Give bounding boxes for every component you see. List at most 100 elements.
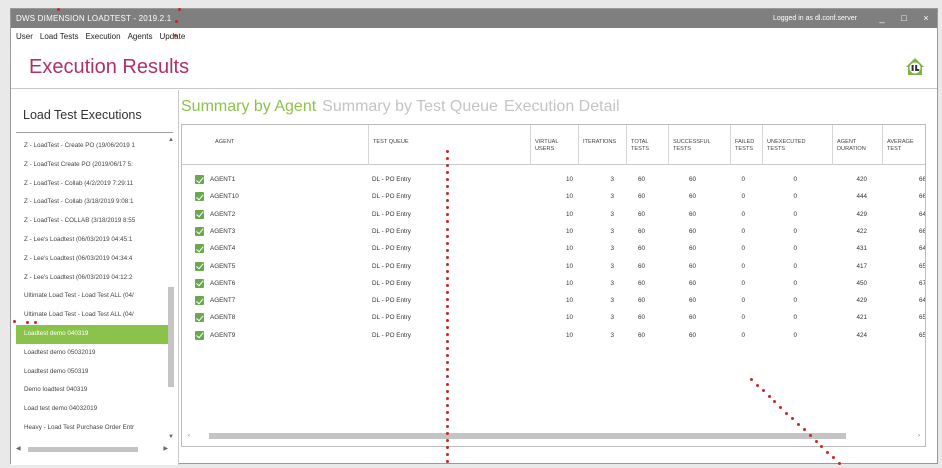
scroll-up-icon[interactable]: ▲ — [167, 137, 175, 143]
column-header[interactable]: FAILED TESTS — [730, 125, 762, 165]
maximize-button[interactable]: □ — [893, 9, 915, 28]
annotation-dot — [808, 434, 812, 437]
column-header[interactable]: VIRTUAL USERS — [530, 125, 572, 165]
execution-item[interactable]: Z - LoadTest - Collab (3/18/2019 9:08:1 — [16, 193, 168, 212]
column-header[interactable]: AGENT — [215, 139, 299, 146]
table-row[interactable]: AGENT8 DL - PO Entry 10 3 60 60 0 0 421 65 — [182, 309, 925, 326]
table-row[interactable]: AGENT9 DL - PO Entry 10 3 60 60 0 0 424 65 — [182, 327, 925, 344]
checkbox-checked-icon[interactable] — [195, 261, 204, 271]
scroll-thumb[interactable] — [168, 287, 174, 387]
table-cell: DL - PO Entry — [372, 262, 411, 270]
execution-item[interactable]: Z - LoadTest - Create PO (19/06/2019 1 — [16, 137, 168, 156]
annotation-dot — [767, 394, 771, 398]
annotation-dot — [446, 283, 449, 287]
table-cell: 60 — [637, 193, 645, 201]
execution-item[interactable]: Ultimate Load Test - Load Test ALL (04/ — [16, 287, 168, 306]
scroll-right-icon[interactable]: › — [918, 430, 920, 442]
executions-vertical-scrollbar[interactable]: ▲ ▼ — [167, 137, 175, 440]
checkbox-checked-icon[interactable] — [195, 192, 204, 202]
table-cell: DL - PO Entry — [372, 193, 411, 201]
execution-item[interactable]: Ultimate Load Test - Load Test ALL (04/ — [16, 306, 168, 325]
table-cell: DL - PO Entry — [372, 210, 411, 218]
menu-update[interactable]: Update — [159, 32, 185, 41]
column-header[interactable]: SUCCESSFUL TESTS — [668, 125, 718, 165]
checkbox-checked-icon[interactable] — [195, 278, 204, 288]
table-row[interactable]: AGENT10 DL - PO Entry 10 3 60 60 0 0 444 66 — [182, 188, 925, 205]
execution-item[interactable]: Loadtest demo 040319 — [16, 324, 168, 344]
table-cell: 10 — [565, 245, 573, 253]
table-cell: 60 — [688, 314, 696, 322]
checkbox-checked-icon[interactable] — [195, 209, 204, 219]
minimize-button[interactable]: _ — [871, 9, 893, 28]
table-row[interactable]: AGENT6 DL - PO Entry 10 3 60 60 0 0 450 67 — [182, 275, 925, 292]
checkbox-checked-icon[interactable] — [195, 175, 204, 184]
table-row[interactable]: AGENT1 DL - PO Entry 10 3 60 60 0 0 420 66 — [182, 171, 925, 188]
tab-execution-detail[interactable]: Execution Detail — [504, 98, 620, 116]
scroll-right-icon[interactable]: ▶ — [163, 444, 168, 454]
checkbox-checked-icon[interactable] — [195, 244, 204, 254]
annotation-dot — [178, 8, 181, 11]
column-header[interactable]: TOTAL TESTS — [626, 125, 656, 165]
table-cell: 66 — [918, 176, 926, 183]
table-cell: 450 — [856, 279, 867, 287]
table-cell: 10 — [565, 193, 573, 201]
table-cell: 60 — [688, 279, 696, 287]
table-cell: 67 — [918, 279, 926, 287]
table-row[interactable]: AGENT5 DL - PO Entry 10 3 60 60 0 0 417 65 — [182, 258, 925, 275]
execution-item[interactable]: Loadtest demo 050319 — [16, 363, 168, 382]
table-cell: 65 — [918, 314, 926, 322]
execution-item[interactable]: Demo loadtest 040319 — [16, 381, 168, 400]
annotation-dot — [446, 403, 449, 407]
table-cell: 64 — [918, 297, 926, 305]
menu-user[interactable]: User — [16, 32, 33, 41]
table-row[interactable]: AGENT7 DL - PO Entry 10 3 60 60 0 0 429 64 — [182, 292, 925, 309]
execution-item[interactable]: Z - LoadTest - Collab (4/2/2019 7:29:11 — [16, 175, 168, 194]
executions-horizontal-scrollbar[interactable]: ◀ ▶ — [16, 444, 168, 454]
scroll-thumb[interactable] — [28, 447, 138, 452]
table-cell: 0 — [741, 279, 745, 287]
page-header: Execution Results — [11, 44, 937, 89]
column-header[interactable]: AGENT DURATION — [832, 125, 876, 165]
execution-item[interactable]: Z - LoadTest - COLLAB (3/18/2019 8:55 — [16, 212, 168, 231]
menu-agents[interactable]: Agents — [128, 32, 153, 41]
execution-item[interactable]: Z - Lee's Loadtest (06/03/2019 04:34:4 — [16, 250, 168, 269]
annotation-dot — [174, 34, 177, 37]
scroll-left-icon[interactable]: ‹ — [188, 430, 190, 442]
table-cell: 3 — [610, 279, 614, 287]
execution-item[interactable]: Z - Lee's Loadtest (06/03/2019 04:12:2 — [16, 269, 168, 288]
scroll-thumb[interactable] — [209, 433, 846, 439]
column-header[interactable]: UNEXECUTED TESTS — [762, 125, 816, 165]
table-cell: AGENT2 — [210, 210, 236, 218]
table-cell: 60 — [637, 245, 645, 253]
scroll-left-icon[interactable]: ◀ — [16, 444, 21, 454]
execution-item[interactable]: Heavy - Load Test Purchase Order Entr — [16, 419, 168, 438]
executions-panel: Load Test Executions Z - LoadTest - Crea… — [11, 90, 179, 465]
table-cell: DL - PO Entry — [372, 245, 411, 253]
menu-load-tests[interactable]: Load Tests — [40, 32, 79, 41]
execution-item[interactable]: Heavy - Load Test Purchase Order Entr — [16, 438, 168, 440]
execution-item[interactable]: Load test demo 04032019 — [16, 400, 168, 419]
close-button[interactable]: × — [915, 9, 937, 28]
execution-item[interactable]: Z - Lee's Loadtest (06/03/2019 04:45:1 — [16, 231, 168, 250]
checkbox-checked-icon[interactable] — [195, 313, 204, 323]
table-row[interactable]: AGENT3 DL - PO Entry 10 3 60 60 0 0 422 66 — [182, 223, 925, 240]
checkbox-checked-icon[interactable] — [195, 330, 204, 340]
column-header[interactable]: ITERATIONS — [578, 125, 626, 165]
execution-item[interactable]: Loadtest demo 05032019 — [16, 344, 168, 363]
table-cell: 0 — [793, 279, 797, 287]
checkbox-checked-icon[interactable] — [195, 226, 204, 236]
annotation-dot — [26, 321, 29, 324]
table-cell: 0 — [793, 314, 797, 322]
checkbox-checked-icon[interactable] — [195, 296, 204, 306]
tab-summary-by-test-queue[interactable]: Summary by Test Queue — [322, 98, 498, 116]
scroll-down-icon[interactable]: ▼ — [167, 434, 175, 440]
annotation-dot — [761, 389, 765, 393]
annotation-dot — [446, 290, 449, 294]
menu-execution[interactable]: Execution — [85, 32, 120, 41]
table-row[interactable]: AGENT2 DL - PO Entry 10 3 60 60 0 0 429 64 — [182, 206, 925, 223]
table-row[interactable]: AGENT4 DL - PO Entry 10 3 60 60 0 0 431 64 — [182, 240, 925, 257]
tab-summary-by-agent[interactable]: Summary by Agent — [181, 98, 316, 116]
column-header[interactable]: AVERAGE TEST — [882, 125, 925, 165]
execution-item[interactable]: Z - LoadTest Create PO (2019/06/17 5: — [16, 156, 168, 175]
executions-list[interactable]: Z - LoadTest - Create PO (19/06/2019 1Z … — [16, 137, 168, 440]
